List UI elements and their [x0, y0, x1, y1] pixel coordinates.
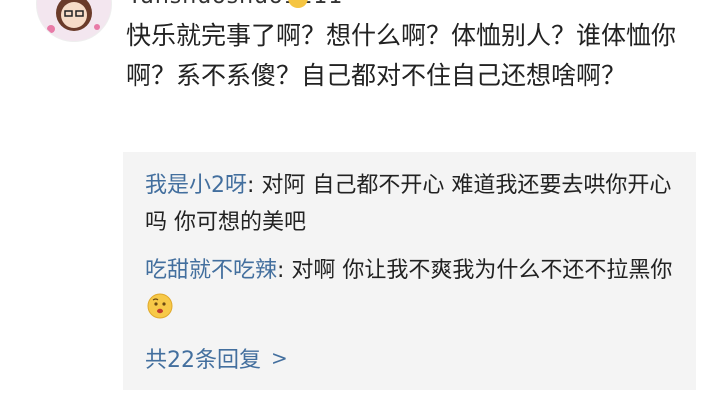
view-more-replies-link[interactable]: 共22条回复 >: [145, 342, 288, 374]
reply-separator: :: [247, 173, 262, 198]
more-replies-label: 共22条回复: [145, 348, 261, 373]
reply-author[interactable]: 吃甜就不吃辣: [145, 258, 277, 283]
comment-username[interactable]: Yunshuoshuo1111: [128, 0, 343, 9]
reply-text: 对啊 你让我不爽我为什么不还不拉黑你: [291, 258, 673, 283]
reply-item: 我是小2呀: 对阿 自己都不开心 难道我还要去哄你开心吗 你可想的美吧: [145, 167, 685, 241]
avatar[interactable]: [36, 0, 112, 42]
reply-item: 吃甜就不吃辣: 对啊 你让我不爽我为什么不还不拉黑你: [145, 252, 685, 331]
smiley-emoji-icon: [147, 293, 173, 331]
replies-panel: 我是小2呀: 对阿 自己都不开心 难道我还要去哄你开心吗 你可想的美吧 吃甜就不…: [123, 152, 696, 390]
reply-separator: :: [277, 258, 292, 283]
chevron-right-icon: >: [271, 346, 288, 370]
reply-author[interactable]: 我是小2呀: [145, 173, 247, 198]
comment-text: 快乐就完事了啊？想什么啊？体恤别人？谁体恤你啊？系不系傻？自己都对不住自己还想啥…: [126, 21, 677, 90]
